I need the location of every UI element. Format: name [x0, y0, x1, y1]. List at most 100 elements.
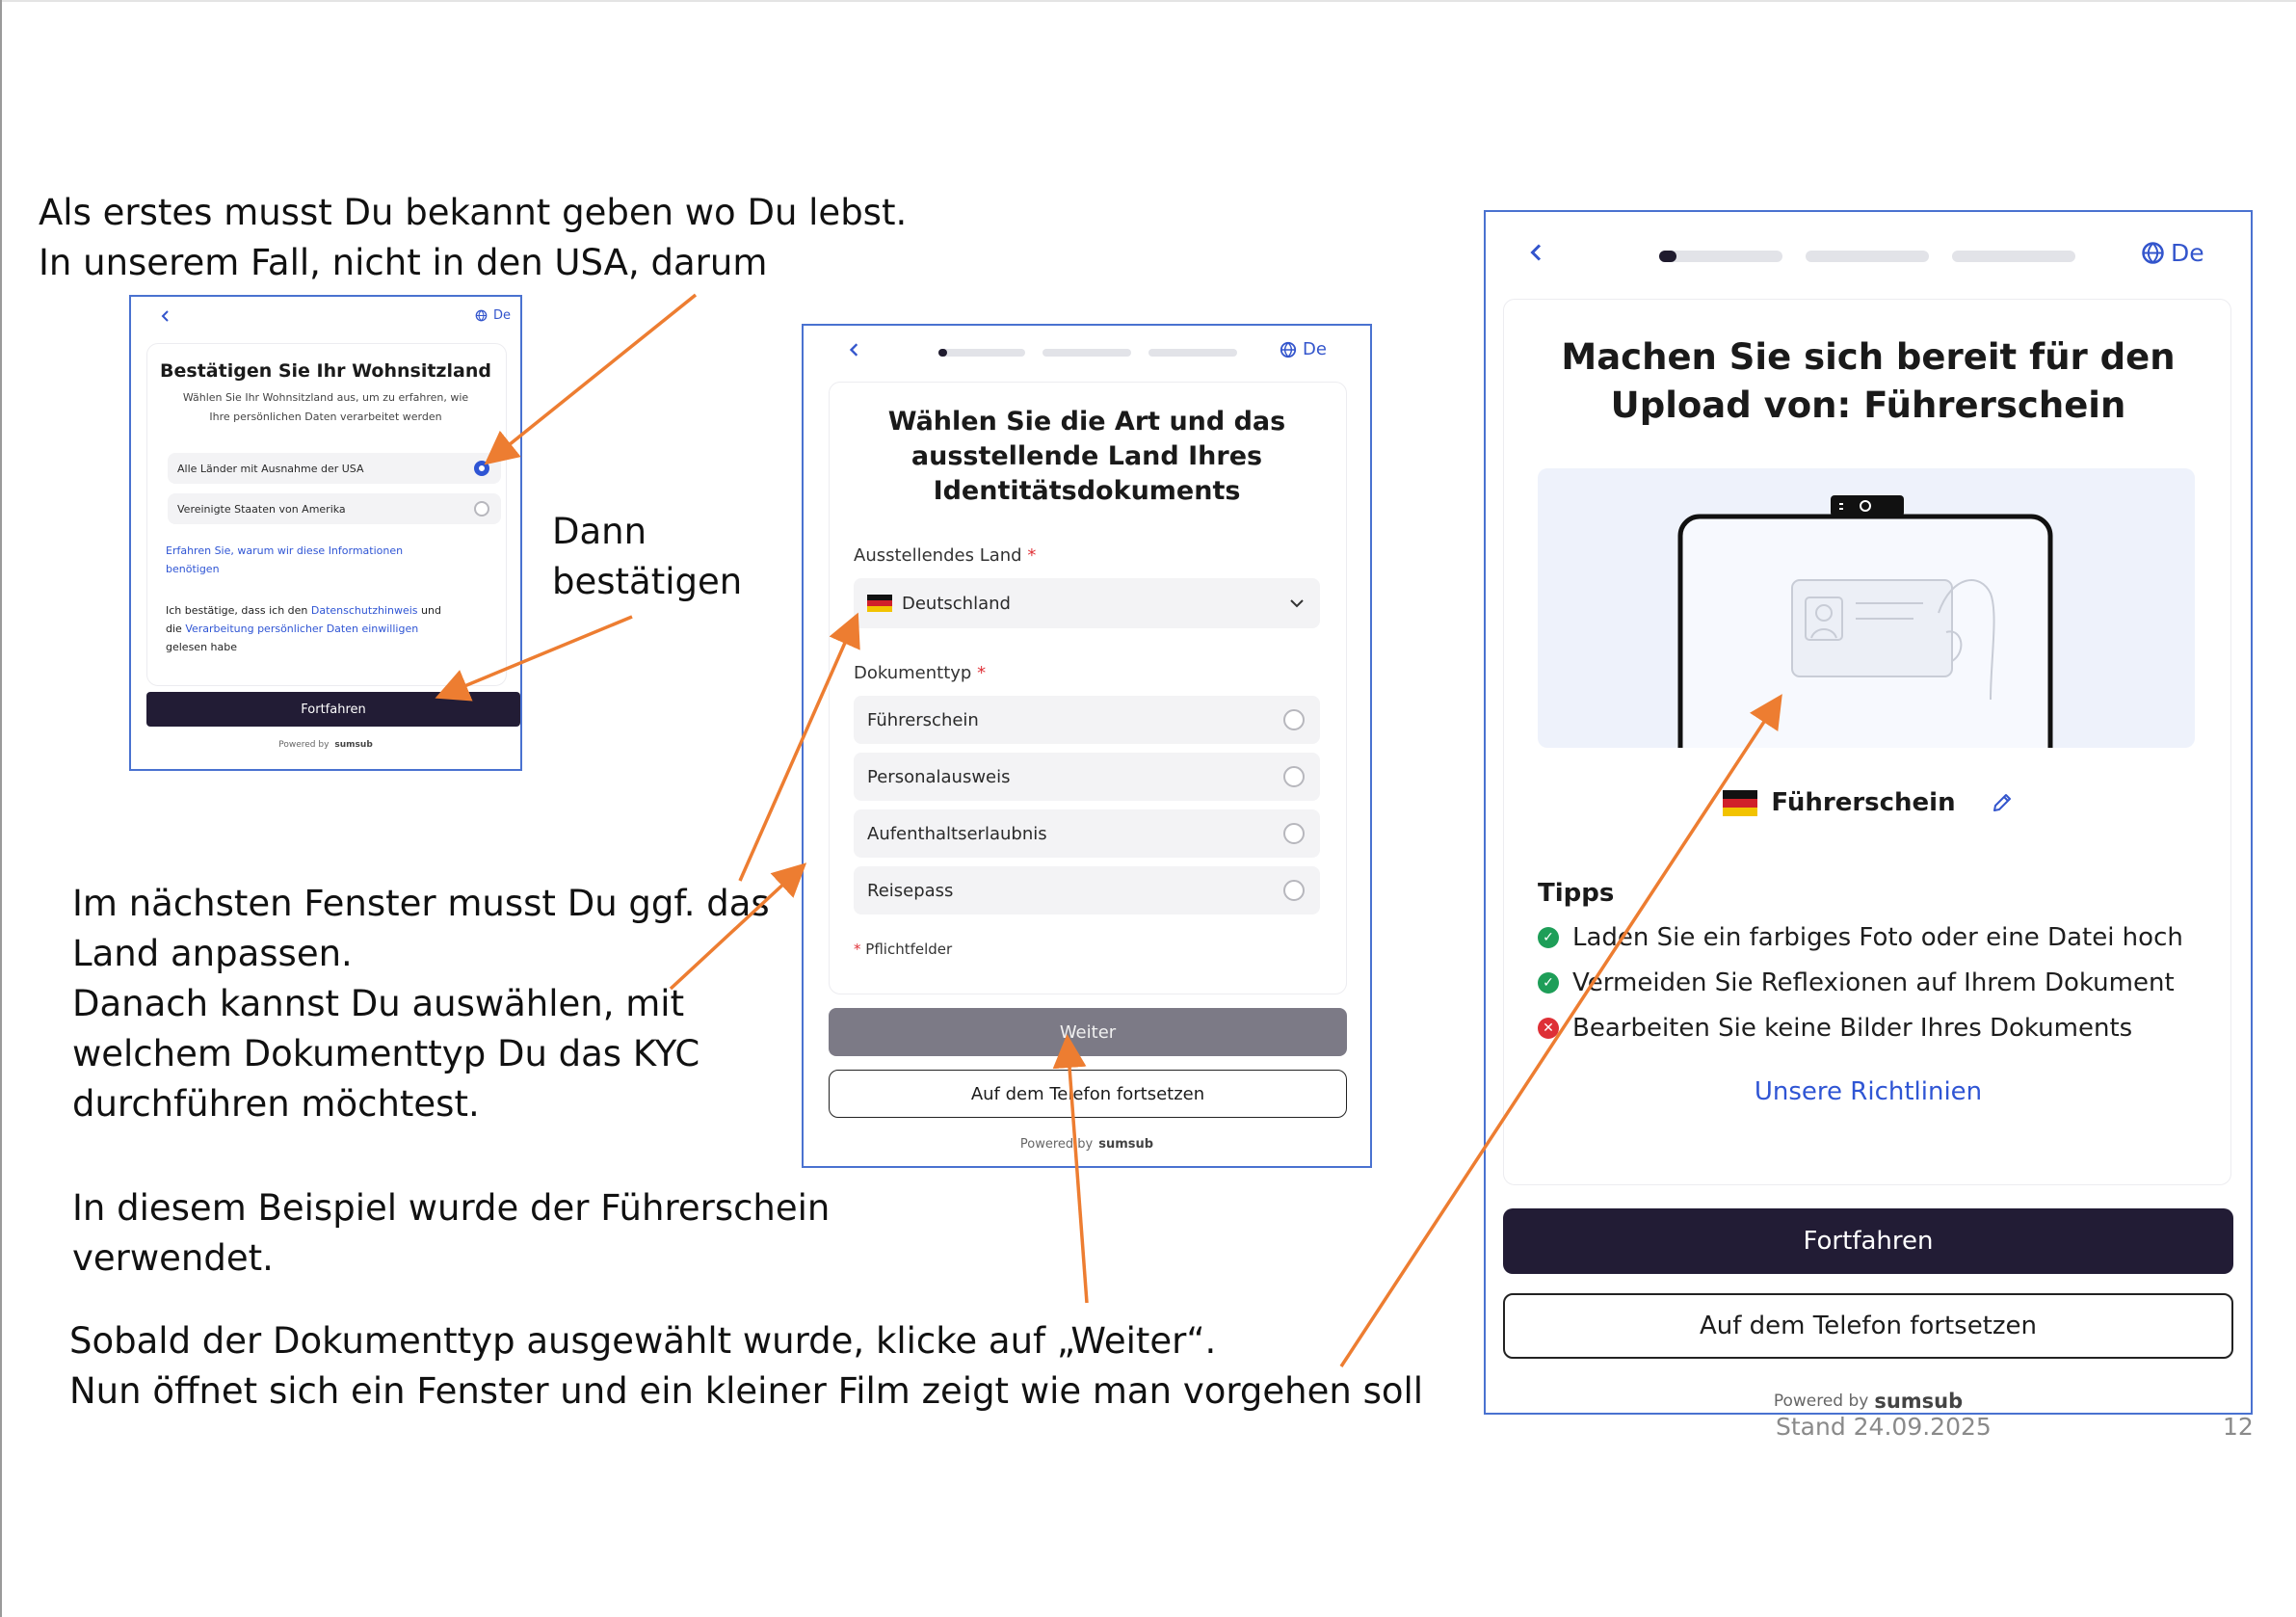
- powered-by-label: Powered by: [1773, 1392, 1869, 1411]
- option-non-usa-label: Alle Länder mit Ausnahme der USA: [177, 462, 364, 475]
- learn-more-line2: benötigen: [166, 563, 220, 575]
- globe-icon: [1280, 341, 1297, 358]
- data-processing-link[interactable]: Verarbeitung persönlicher Daten einwilli…: [185, 623, 418, 635]
- upload-title-line1: Machen Sie sich bereit für den: [1561, 336, 2176, 378]
- consent-a: Ich bestätige, dass ich den: [166, 604, 311, 617]
- continue-button[interactable]: Fortfahren: [146, 692, 520, 727]
- note-final-line1: Sobald der Dokumenttyp ausgewählt wurde,…: [69, 1320, 1217, 1362]
- guidelines-link[interactable]: Unsere Richtlinien: [1486, 1077, 2251, 1106]
- back-button[interactable]: [160, 308, 172, 327]
- consent-c: die: [166, 623, 186, 635]
- instruction-video: [1538, 468, 2195, 748]
- note-next-line2: Land anpassen.: [72, 933, 353, 974]
- note-confirm-line2: bestätigen: [552, 561, 743, 602]
- note-final-line2: Nun öffnet sich ein Fenster und ein klei…: [69, 1370, 1424, 1412]
- doc-option-label: Führerschein: [867, 709, 979, 730]
- selected-document: Führerschein: [1486, 788, 2251, 817]
- globe-icon: [2142, 242, 2164, 264]
- doc-option-aufenthaltserlaubnis[interactable]: Aufenthaltserlaubnis: [854, 809, 1320, 858]
- doc-option-label: Personalausweis: [867, 766, 1011, 787]
- doc-title-line1: Wählen Sie die Art und das: [887, 407, 1286, 437]
- language-label: De: [492, 308, 511, 323]
- globe-icon: [475, 309, 488, 322]
- doc-title-line2: ausstellende Land Ihres: [910, 441, 1263, 471]
- language-selector[interactable]: De: [2141, 239, 2204, 267]
- tip-item: ✓ Vermeiden Sie Reflexionen auf Ihrem Do…: [1538, 968, 2175, 997]
- chevron-left-icon: [849, 343, 858, 357]
- language-selector[interactable]: De: [475, 308, 511, 323]
- doc-option-personalausweis[interactable]: Personalausweis: [854, 753, 1320, 801]
- flag-germany-icon: [1723, 789, 1758, 816]
- next-button[interactable]: Weiter: [829, 1008, 1347, 1056]
- edit-pencil-icon[interactable]: [1991, 791, 2014, 814]
- note-example-line1: In diesem Beispiel wurde der Führerschei…: [72, 1187, 831, 1229]
- phone-illustration-icon: [1677, 495, 2053, 748]
- language-label: De: [1303, 339, 1327, 359]
- sumsub-logo: sumsub: [1874, 1390, 1964, 1413]
- tip-text: Laden Sie ein farbiges Foto oder eine Da…: [1572, 923, 2183, 952]
- radio-unselected: [474, 501, 489, 517]
- upload-title-line2: Upload von: Führerschein: [1610, 384, 2126, 426]
- radio-unselected: [1283, 709, 1305, 730]
- doc-option-label: Reisepass: [867, 880, 954, 901]
- country-select[interactable]: Deutschland: [854, 578, 1320, 628]
- chevron-left-icon: [161, 310, 169, 322]
- note-next-line3: Danach kannst Du auswählen, mit: [72, 983, 685, 1024]
- powered-by-label: Powered by: [1019, 1137, 1094, 1152]
- country-value: Deutschland: [902, 593, 1011, 614]
- screen-document-type: De Wählen Sie die Art und das ausstellen…: [802, 324, 1372, 1168]
- learn-more-link[interactable]: Erfahren Sie, warum wir diese Informatio…: [166, 542, 403, 578]
- note-example-line2: verwendet.: [72, 1237, 274, 1279]
- sumsub-logo: sumsub: [334, 740, 373, 750]
- radio-unselected: [1283, 766, 1305, 787]
- powered-by-label: Powered by: [278, 740, 330, 750]
- learn-more-line1: Erfahren Sie, warum wir diese Informatio…: [166, 544, 404, 557]
- sumsub-logo: sumsub: [1098, 1137, 1154, 1152]
- chevron-left-icon: [1530, 244, 1542, 261]
- flag-germany-icon: [867, 595, 892, 612]
- check-circle-icon: ✓: [1538, 927, 1559, 948]
- continue-on-phone-button[interactable]: Auf dem Telefon fortsetzen: [1503, 1293, 2233, 1359]
- doc-option-reisepass[interactable]: Reisepass: [854, 866, 1320, 915]
- progress-step-1: [938, 349, 1025, 357]
- doc-option-fuehrerschein[interactable]: Führerschein: [854, 696, 1320, 744]
- language-selector[interactable]: De: [1280, 339, 1327, 359]
- footer-date: Stand 24.09.2025: [1776, 1413, 1992, 1441]
- privacy-notice-link[interactable]: Datenschutzhinweis: [311, 604, 418, 617]
- tips-title: Tipps: [1538, 879, 1615, 908]
- residence-subtitle-line1: Wählen Sie Ihr Wohnsitzland aus, um zu e…: [182, 391, 469, 404]
- progress-step-2: [1042, 349, 1131, 357]
- option-usa[interactable]: Vereinigte Staaten von Amerika: [168, 493, 501, 524]
- option-non-usa[interactable]: Alle Länder mit Ausnahme der USA: [168, 453, 501, 484]
- screen-residence: De Bestätigen Sie Ihr Wohnsitzland Wähle…: [129, 295, 522, 771]
- upload-title: Machen Sie sich bereit für den Upload vo…: [1486, 333, 2251, 430]
- note-intro-line1: Als erstes musst Du bekannt geben wo Du …: [39, 192, 908, 233]
- check-circle-icon: ✓: [1538, 972, 1559, 994]
- consent-d: gelesen habe: [166, 641, 238, 653]
- progress-step-3: [1952, 251, 2075, 262]
- option-usa-label: Vereinigte Staaten von Amerika: [177, 502, 346, 516]
- radio-unselected: [1283, 880, 1305, 901]
- continue-button[interactable]: Fortfahren: [1503, 1208, 2233, 1274]
- doc-title-line3: Identitätsdokuments: [933, 476, 1241, 506]
- slide-left-border: [0, 0, 2, 1617]
- doc-title: Wählen Sie die Art und das ausstellende …: [804, 405, 1370, 509]
- back-button[interactable]: [1528, 241, 1545, 268]
- residence-title: Bestätigen Sie Ihr Wohnsitzland: [160, 360, 491, 382]
- note-next-line5: durchführen möchtest.: [72, 1083, 480, 1125]
- tip-text: Bearbeiten Sie keine Bilder Ihres Dokume…: [1572, 1014, 2133, 1043]
- back-button[interactable]: [848, 341, 861, 362]
- language-label: De: [2171, 239, 2204, 267]
- x-circle-icon: ✕: [1538, 1018, 1559, 1039]
- footer-page-number: 12: [2223, 1413, 2254, 1441]
- progress-step-3: [1148, 349, 1237, 357]
- note-next-line4: welchem Dokumenttyp Du das KYC: [72, 1033, 700, 1074]
- progress-step-1: [1659, 251, 1782, 262]
- chevron-down-icon: [1290, 599, 1304, 608]
- slide-top-border: [0, 0, 2296, 2]
- consent-text: Ich bestätige, dass ich den Datenschutzh…: [166, 601, 441, 656]
- continue-on-phone-button[interactable]: Auf dem Telefon fortsetzen: [829, 1070, 1347, 1118]
- powered-by: Powered by sumsub: [131, 740, 520, 750]
- doctype-label: Dokumenttyp *: [854, 663, 987, 683]
- doc-option-label: Aufenthaltserlaubnis: [867, 823, 1047, 844]
